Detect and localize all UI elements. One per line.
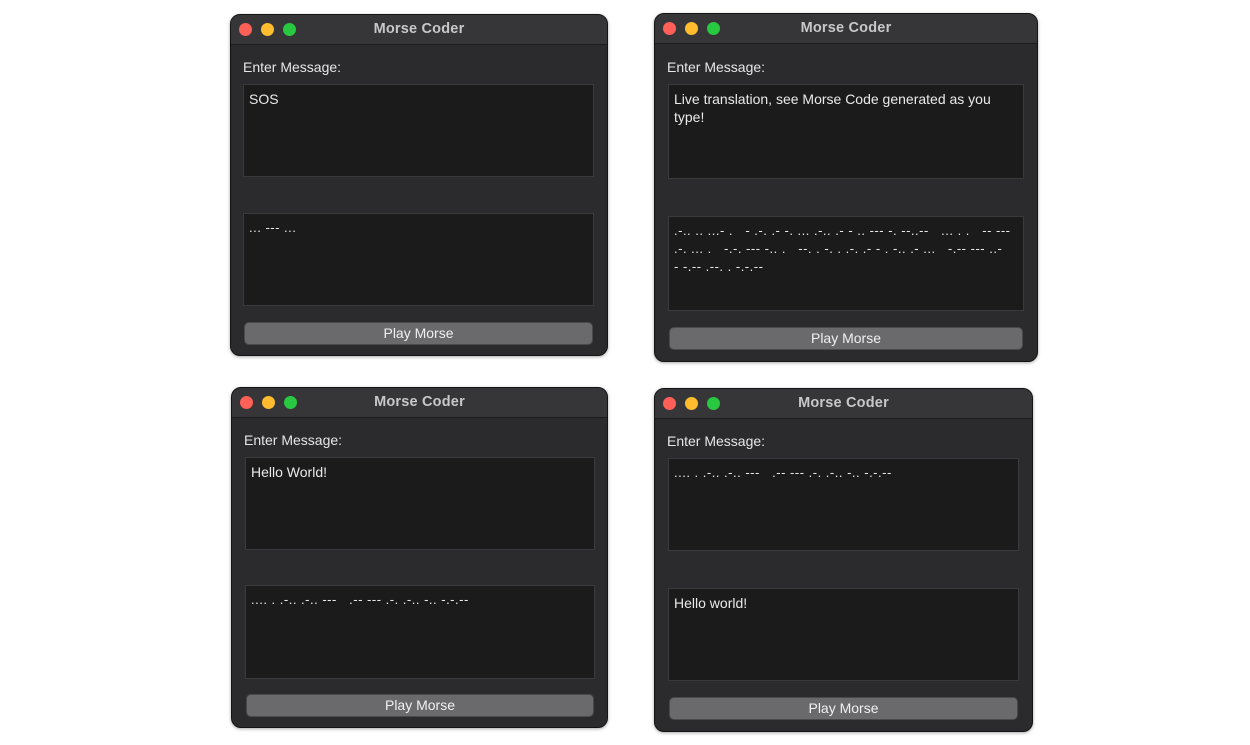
input-label: Enter Message: bbox=[667, 433, 766, 449]
message-input[interactable]: .... . .-.. .-.. --- .-- --- .-. .-.. -.… bbox=[668, 458, 1019, 551]
input-label: Enter Message: bbox=[243, 59, 342, 75]
message-input[interactable]: SOS bbox=[243, 84, 594, 177]
window-title: Morse Coder bbox=[800, 20, 892, 36]
morse-output[interactable]: .... . .-.. .-.. --- .-- --- .-. .-.. -.… bbox=[245, 585, 595, 679]
morse-coder-window-live: Morse Coder Enter Message: Live translat… bbox=[654, 13, 1038, 362]
message-input[interactable]: Hello World! bbox=[245, 457, 595, 550]
window-title: Morse Coder bbox=[373, 21, 465, 37]
play-morse-button[interactable]: Play Morse bbox=[246, 694, 594, 717]
window-title: Morse Coder bbox=[798, 395, 889, 411]
title-bar[interactable]: Morse Coder bbox=[232, 388, 607, 418]
morse-coder-window-sos: Morse Coder Enter Message: SOS ... --- .… bbox=[230, 14, 608, 356]
morse-coder-window-decode: Morse Coder Enter Message: .... . .-.. .… bbox=[654, 388, 1033, 732]
title-bar[interactable]: Morse Coder bbox=[655, 14, 1037, 44]
morse-output[interactable]: ... --- ... bbox=[243, 213, 594, 306]
input-label: Enter Message: bbox=[667, 59, 766, 75]
play-morse-button[interactable]: Play Morse bbox=[669, 697, 1018, 720]
play-morse-button[interactable]: Play Morse bbox=[669, 327, 1023, 350]
text-output[interactable]: Hello world! bbox=[668, 588, 1019, 681]
play-morse-button[interactable]: Play Morse bbox=[244, 322, 593, 345]
morse-coder-window-hello: Morse Coder Enter Message: Hello World! … bbox=[231, 387, 608, 728]
input-label: Enter Message: bbox=[244, 432, 343, 448]
title-bar[interactable]: Morse Coder bbox=[655, 389, 1032, 419]
message-input[interactable]: Live translation, see Morse Code generat… bbox=[668, 84, 1024, 179]
window-title: Morse Coder bbox=[374, 394, 465, 410]
morse-output[interactable]: .-.. .. ...- . - .-. .- -. ... .-.. .- -… bbox=[668, 216, 1024, 311]
title-bar[interactable]: Morse Coder bbox=[231, 15, 607, 45]
